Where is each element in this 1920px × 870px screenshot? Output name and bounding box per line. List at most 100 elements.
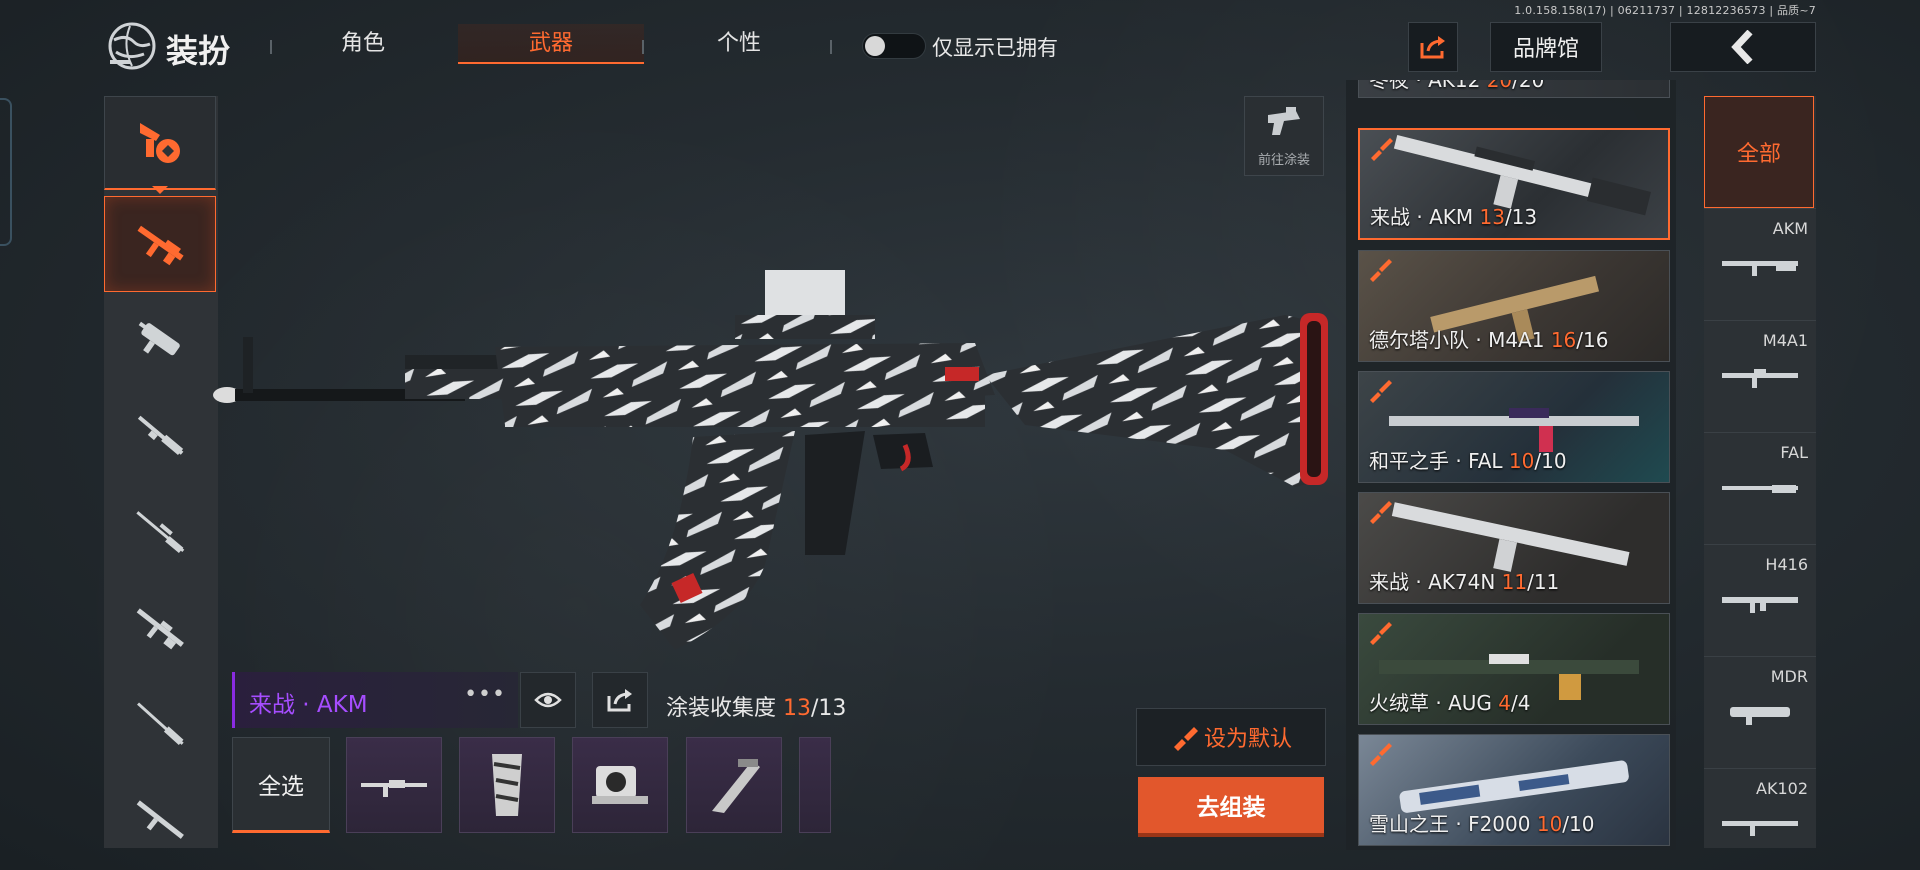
- part-tile-stock[interactable]: [686, 737, 782, 833]
- part-tile-partial[interactable]: [799, 737, 831, 833]
- skin-card[interactable]: 来战 · AK74N 11/11: [1358, 492, 1670, 604]
- globe-logo-icon: [104, 20, 160, 72]
- skin-list[interactable]: 冬夜 · AK12 20/20 来战 · AKM 13/13 德尔塔小队 · M…: [1346, 80, 1676, 850]
- owned-only-toggle[interactable]: [862, 33, 926, 59]
- goto-paint-label: 前往涂装: [1257, 152, 1310, 168]
- skin-card-caption: 火绒草 · AUG 4/4: [1369, 691, 1531, 715]
- sniper-icon: [136, 511, 185, 554]
- filter-weapon-item[interactable]: MDR: [1704, 656, 1816, 768]
- active-marker: [152, 186, 168, 194]
- tab-character[interactable]: 角色: [270, 24, 456, 64]
- go-assemble-button[interactable]: 去组装: [1138, 777, 1324, 833]
- paint-gun-outline-icon: [1268, 106, 1300, 135]
- rifle-icon: [136, 800, 184, 839]
- skin-card[interactable]: 火绒草 · AUG 4/4: [1358, 613, 1670, 725]
- paint-badge-icon: [1368, 136, 1394, 166]
- share-icon: [1420, 36, 1445, 59]
- paint-badge-icon: [1367, 620, 1393, 650]
- skin-card[interactable]: 冬夜 · AK12 20/20: [1358, 80, 1670, 98]
- share-icon: [607, 689, 632, 712]
- divider: [830, 40, 832, 54]
- category-lmg[interactable]: [104, 676, 216, 772]
- tab-weapon[interactable]: 武器: [458, 24, 644, 64]
- skin-card[interactable]: 德尔塔小队 · M4A1 16/16: [1358, 250, 1670, 362]
- category-assault-rifle[interactable]: [104, 196, 216, 292]
- skin-card[interactable]: 雪山之王 · F2000 10/10: [1358, 734, 1670, 846]
- dmr-icon: [136, 608, 184, 650]
- eye-icon: [534, 692, 562, 708]
- rifle-icon: [1722, 597, 1798, 613]
- toggle-knob: [865, 36, 885, 56]
- share-button[interactable]: [1408, 22, 1458, 72]
- skin-card-caption: 来战 · AK74N 11/11: [1369, 570, 1560, 594]
- back-button[interactable]: [1670, 22, 1816, 72]
- top-bar: 装扮 角色 武器 个性 仅显示已拥有 品牌馆: [0, 0, 1920, 80]
- set-default-button[interactable]: 设为默认: [1136, 708, 1326, 766]
- weapon-paint-category[interactable]: [104, 96, 216, 190]
- share-skin-button[interactable]: [592, 672, 648, 728]
- preview-button[interactable]: [520, 672, 576, 728]
- akm-skin-render: [213, 270, 1328, 650]
- grip-part-icon: [492, 754, 522, 816]
- paint-badge-icon: [1367, 741, 1393, 771]
- shotgun-icon: [137, 415, 184, 456]
- filter-weapon-item[interactable]: H416: [1704, 544, 1816, 656]
- filter-weapon-item[interactable]: AK102: [1704, 768, 1816, 848]
- skin-card-caption: 冬夜 · AK12 20/20: [1369, 80, 1545, 92]
- goto-paint-button[interactable]: 前往涂装: [1244, 96, 1324, 176]
- category-smg[interactable]: [104, 292, 216, 388]
- rifle-part-icon: [361, 780, 427, 797]
- skin-card-caption: 雪山之王 · F2000 10/10: [1369, 812, 1595, 836]
- skin-name-bar[interactable]: 来战 · AKM •••: [232, 672, 518, 728]
- lmg-icon: [137, 702, 184, 745]
- skin-card-caption: 和平之手 · FAL 10/10: [1369, 449, 1567, 473]
- stock-part-icon: [712, 759, 760, 813]
- skin-name: 来战 · AKM: [249, 692, 368, 718]
- paint-badge-icon: [1367, 378, 1393, 408]
- weapon-preview[interactable]: [205, 255, 1360, 655]
- filter-weapon-item[interactable]: FAL: [1704, 432, 1816, 544]
- more-options-icon[interactable]: •••: [464, 682, 506, 707]
- select-all-button[interactable]: 全选: [232, 737, 330, 833]
- filter-weapon-item[interactable]: M4A1: [1704, 320, 1816, 432]
- back-arrow-icon: [1731, 30, 1753, 64]
- filter-weapon-item[interactable]: AKM: [1704, 208, 1816, 320]
- category-pistol[interactable]: [104, 772, 216, 868]
- set-default-label: 设为默认: [1203, 727, 1292, 752]
- part-tile-rifle[interactable]: [346, 737, 442, 833]
- skin-card-selected[interactable]: 来战 · AKM 13/13: [1358, 128, 1670, 240]
- rifle-icon: [1722, 261, 1798, 276]
- side-drawer-handle[interactable]: [0, 98, 12, 246]
- part-tile-grip[interactable]: [459, 737, 555, 833]
- paint-badge-icon: [1367, 499, 1393, 529]
- paint-gun-icon: [140, 122, 180, 163]
- rifle-icon: [1730, 707, 1790, 725]
- paint-brush-icon: [1173, 727, 1198, 751]
- collection-count: 13: [783, 696, 812, 721]
- divider: [642, 40, 644, 54]
- skin-card[interactable]: 和平之手 · FAL 10/10: [1358, 371, 1670, 483]
- weapon-filter: 全部 AKM M4A1 FAL H416 MDR AK102: [1704, 96, 1816, 848]
- collection-total: /13: [811, 696, 847, 721]
- smg-icon: [138, 321, 180, 356]
- page-title: 装扮: [166, 32, 231, 70]
- skin-card-caption: 来战 · AKM 13/13: [1370, 205, 1538, 229]
- brand-hall-button[interactable]: 品牌馆: [1490, 22, 1602, 72]
- filter-all[interactable]: 全部: [1704, 96, 1814, 208]
- category-dmr[interactable]: [104, 580, 216, 676]
- paint-badge-icon: [1367, 257, 1393, 287]
- collection-progress: 涂装收集度 13/13: [666, 690, 846, 722]
- skin-card-caption: 德尔塔小队 · M4A1 16/16: [1369, 328, 1609, 352]
- rifle-icon: [1722, 485, 1798, 493]
- category-shotgun[interactable]: [104, 388, 216, 484]
- owned-only-label: 仅显示已拥有: [932, 36, 1058, 60]
- category-sniper[interactable]: [104, 484, 216, 580]
- collection-label: 涂装收集度: [666, 696, 777, 721]
- tab-personality[interactable]: 个性: [646, 24, 832, 64]
- assault-rifle-icon: [137, 225, 184, 266]
- rifle-icon: [1722, 821, 1798, 836]
- sight-part-icon: [592, 766, 648, 804]
- weapon-category-sidebar: [104, 96, 218, 848]
- part-tile-sight[interactable]: [572, 737, 668, 833]
- rifle-icon: [1722, 369, 1798, 388]
